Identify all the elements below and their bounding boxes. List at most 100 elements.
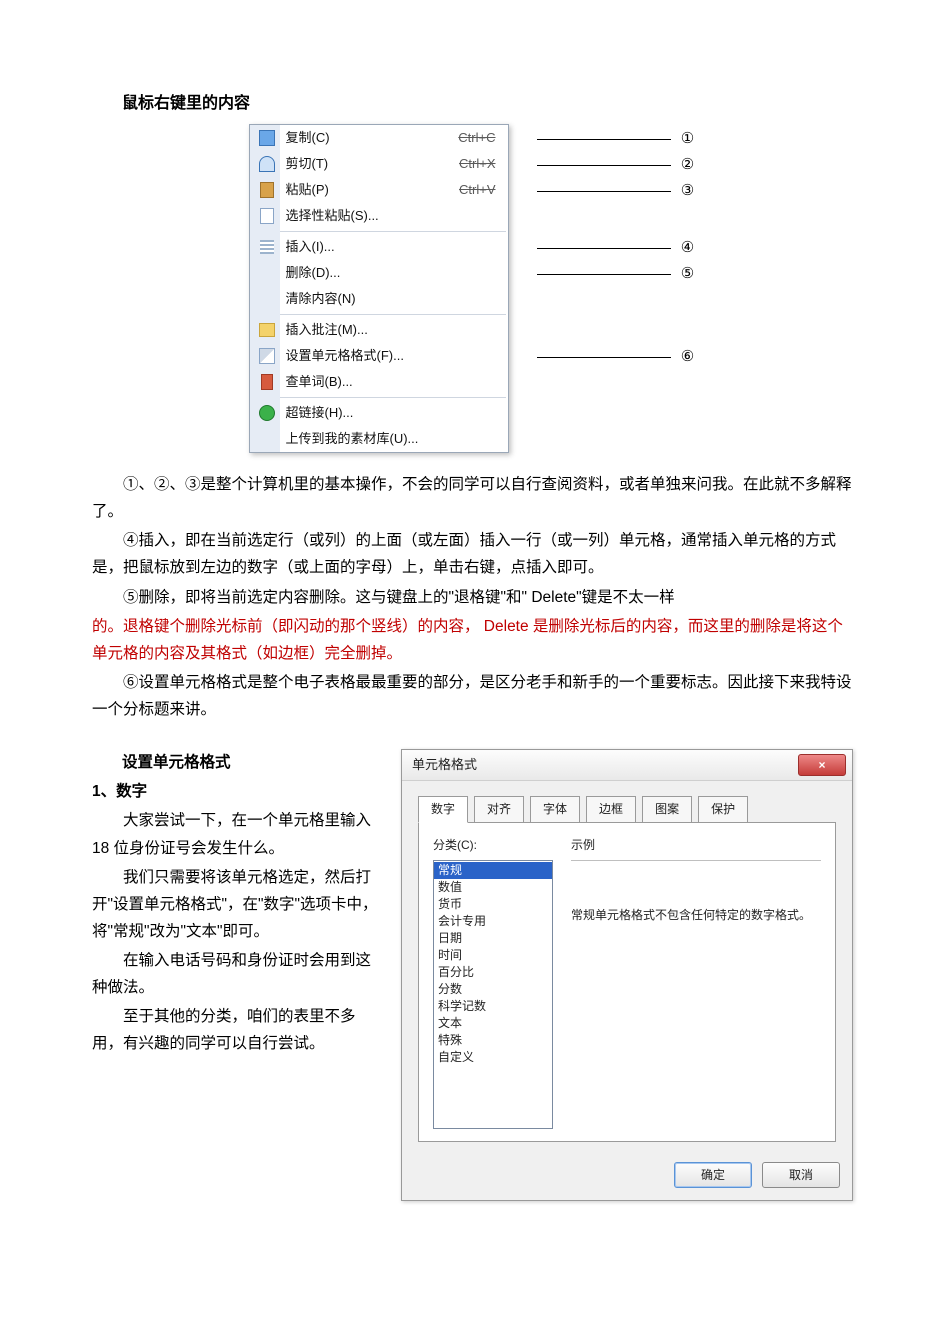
dialog-titlebar[interactable]: 单元格格式 × bbox=[402, 750, 852, 781]
dialog-body: 数字对齐字体边框图案保护 分类(C): 常规数值货币会计专用日期时间百分比分数科… bbox=[402, 781, 852, 1152]
format-hint: 常规单元格格式不包含任何特定的数字格式。 bbox=[571, 905, 821, 926]
paragraph: 在输入电话号码和身份证时会用到这种做法。 bbox=[92, 947, 383, 1001]
cut-icon bbox=[254, 153, 280, 175]
menu-separator bbox=[280, 397, 506, 398]
dialog-title: 单元格格式 bbox=[412, 754, 798, 777]
blank-icon bbox=[254, 428, 280, 450]
menu-item-label: 选择性粘贴(S)... bbox=[286, 205, 379, 228]
category-option[interactable]: 时间 bbox=[434, 947, 552, 964]
tab-边框[interactable]: 边框 bbox=[586, 796, 636, 823]
menu-item[interactable]: 查单词(B)... bbox=[250, 369, 508, 395]
menu-separator bbox=[280, 231, 506, 232]
category-listbox[interactable]: 常规数值货币会计专用日期时间百分比分数科学记数文本特殊自定义 bbox=[433, 860, 553, 1129]
close-icon[interactable]: × bbox=[798, 754, 846, 776]
category-option[interactable]: 分数 bbox=[434, 981, 552, 998]
menu-item[interactable]: 上传到我的素材库(U)... bbox=[250, 426, 508, 452]
menu-item[interactable]: 剪切(T) Ctrl+X bbox=[250, 151, 508, 177]
tab-图案[interactable]: 图案 bbox=[642, 796, 692, 823]
copy-icon bbox=[254, 127, 280, 149]
paragraph: ①、②、③是整个计算机里的基本操作，不会的同学可以自行查阅资料，或者单独来问我。… bbox=[92, 471, 853, 525]
callout: ① bbox=[537, 126, 697, 152]
tab-对齐[interactable]: 对齐 bbox=[474, 796, 524, 823]
category-option[interactable]: 会计专用 bbox=[434, 913, 552, 930]
category-option[interactable]: 数值 bbox=[434, 879, 552, 896]
dialog-tabs: 数字对齐字体边框图案保护 bbox=[418, 795, 836, 822]
cancel-button[interactable]: 取消 bbox=[762, 1162, 840, 1188]
menu-item[interactable]: 插入(I)... bbox=[250, 234, 508, 260]
category-label: 分类(C): bbox=[433, 835, 553, 856]
tab-panel-number: 分类(C): 常规数值货币会计专用日期时间百分比分数科学记数文本特殊自定义 示例… bbox=[418, 822, 836, 1142]
context-menu[interactable]: 复制(C) Ctrl+C 剪切(T) Ctrl+X 粘贴(P) Ctrl+V 选择性粘贴(S… bbox=[249, 124, 509, 453]
section2: 设置单元格格式 1、数字 大家尝试一下，在一个单元格里输入 18 位身份证号会发… bbox=[92, 749, 853, 1201]
paragraph: ⑤删除，即将当前选定内容删除。这与键盘上的"退格键"和" Delete"键是不太… bbox=[92, 584, 853, 611]
category-option[interactable]: 日期 bbox=[434, 930, 552, 947]
tab-字体[interactable]: 字体 bbox=[530, 796, 580, 823]
category-column: 分类(C): 常规数值货币会计专用日期时间百分比分数科学记数文本特殊自定义 bbox=[433, 835, 553, 1129]
category-option[interactable]: 文本 bbox=[434, 1015, 552, 1032]
globe-icon bbox=[254, 402, 280, 424]
example-column: 示例 常规单元格格式不包含任何特定的数字格式。 bbox=[571, 835, 821, 1129]
menu-shortcut: Ctrl+X bbox=[459, 153, 497, 176]
callout bbox=[537, 318, 697, 344]
menu-item[interactable]: 设置单元格格式(F)... bbox=[250, 343, 508, 369]
section1-title: 鼠标右键里的内容 bbox=[122, 90, 853, 118]
callout: ④ bbox=[537, 235, 697, 261]
menu-item-label: 剪切(T) bbox=[286, 153, 329, 176]
blank-icon bbox=[254, 288, 280, 310]
paragraph: 大家尝试一下，在一个单元格里输入 18 位身份证号会发生什么。 bbox=[92, 807, 383, 861]
category-option[interactable]: 科学记数 bbox=[434, 998, 552, 1015]
paragraph: 至于其他的分类，咱们的表里不多用，有兴趣的同学可以自行尝试。 bbox=[92, 1003, 383, 1057]
menu-shortcut: Ctrl+C bbox=[458, 127, 497, 150]
menu-item-label: 查单词(B)... bbox=[286, 371, 353, 394]
menu-item-label: 粘贴(P) bbox=[286, 179, 329, 202]
note-icon bbox=[254, 319, 280, 341]
menu-item-label: 设置单元格格式(F)... bbox=[286, 345, 404, 368]
paragraph: 我们只需要将该单元格选定，然后打开"设置单元格格式"，在"数字"选项卡中，将"常… bbox=[92, 864, 383, 945]
menu-item[interactable]: 选择性粘贴(S)... bbox=[250, 203, 508, 229]
menu-item[interactable]: 删除(D)... bbox=[250, 260, 508, 286]
callout-column: ①②③ ④⑤ ⑥ bbox=[537, 124, 697, 453]
menu-item[interactable]: 复制(C) Ctrl+C bbox=[250, 125, 508, 151]
callout: ③ bbox=[537, 178, 697, 204]
page: 鼠标右键里的内容 复制(C) Ctrl+C 剪切(T) Ctrl+X 粘贴(P) Ctrl… bbox=[0, 0, 945, 1261]
section2-title: 设置单元格格式 bbox=[122, 749, 383, 776]
tab-数字[interactable]: 数字 bbox=[418, 796, 468, 823]
category-option[interactable]: 特殊 bbox=[434, 1032, 552, 1049]
callout: ⑤ bbox=[537, 261, 697, 287]
menu-item-label: 上传到我的素材库(U)... bbox=[286, 428, 419, 451]
menu-item-label: 复制(C) bbox=[286, 127, 330, 150]
cell-format-dialog: 单元格格式 × 数字对齐字体边框图案保护 分类(C): 常规数值货币会计专用日期… bbox=[401, 749, 853, 1201]
menu-item[interactable]: 超链接(H)... bbox=[250, 400, 508, 426]
tab-保护[interactable]: 保护 bbox=[698, 796, 748, 823]
menu-item-label: 插入批注(M)... bbox=[286, 319, 368, 342]
menu-separator bbox=[280, 314, 506, 315]
menu-item[interactable]: 粘贴(P) Ctrl+V bbox=[250, 177, 508, 203]
category-option[interactable]: 百分比 bbox=[434, 964, 552, 981]
menu-item[interactable]: 清除内容(N) bbox=[250, 286, 508, 312]
section2-text: 设置单元格格式 1、数字 大家尝试一下，在一个单元格里输入 18 位身份证号会发… bbox=[92, 749, 383, 1059]
callout bbox=[537, 204, 697, 230]
menu-item[interactable]: 插入批注(M)... bbox=[250, 317, 508, 343]
ok-button[interactable]: 确定 bbox=[674, 1162, 752, 1188]
menu-item-label: 删除(D)... bbox=[286, 262, 341, 285]
grid-icon bbox=[254, 236, 280, 258]
category-option[interactable]: 货币 bbox=[434, 896, 552, 913]
paragraph: ⑥设置单元格格式是整个电子表格最最重要的部分，是区分老手和新手的一个重要标志。因… bbox=[92, 669, 853, 723]
paragraph: ④插入，即在当前选定行（或列）的上面（或左面）插入一行（或一列）单元格，通常插入… bbox=[92, 527, 853, 581]
menu-item-label: 超链接(H)... bbox=[286, 402, 354, 425]
menu-item-label: 清除内容(N) bbox=[286, 288, 356, 311]
context-menu-figure: 复制(C) Ctrl+C 剪切(T) Ctrl+X 粘贴(P) Ctrl+V 选择性粘贴(S… bbox=[92, 124, 853, 453]
menu-shortcut: Ctrl+V bbox=[459, 179, 497, 202]
paste-icon bbox=[254, 179, 280, 201]
callout: ⑥ bbox=[537, 344, 697, 370]
section2-heading: 1、数字 bbox=[92, 778, 383, 805]
callout: ② bbox=[537, 152, 697, 178]
blank-icon bbox=[254, 262, 280, 284]
callout bbox=[537, 370, 697, 396]
menu-item-label: 插入(I)... bbox=[286, 236, 335, 259]
dialog-buttons: 确定 取消 bbox=[402, 1152, 852, 1200]
category-option[interactable]: 自定义 bbox=[434, 1049, 552, 1066]
callout bbox=[537, 427, 697, 453]
dict-icon bbox=[254, 371, 280, 393]
category-option[interactable]: 常规 bbox=[434, 862, 552, 879]
